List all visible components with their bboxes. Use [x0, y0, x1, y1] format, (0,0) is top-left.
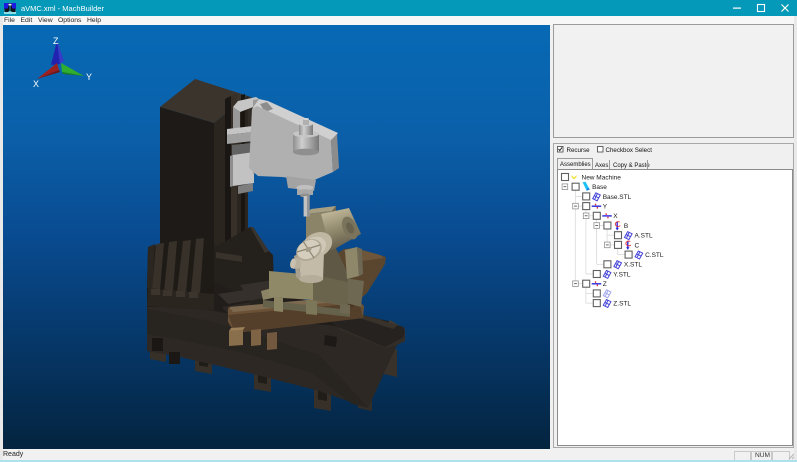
svg-text:Y: Y: [603, 204, 608, 211]
svg-text:X: X: [613, 213, 618, 220]
svg-text:X: X: [33, 79, 39, 89]
svg-text:C.STL: C.STL: [645, 252, 664, 259]
svg-text:B: B: [624, 223, 628, 230]
svg-text:C: C: [635, 242, 640, 249]
svg-text:New Machine: New Machine: [582, 174, 622, 181]
svg-text:Z.STL: Z.STL: [613, 301, 631, 308]
svg-text:A.STL: A.STL: [635, 233, 653, 240]
svg-text:Y: Y: [86, 72, 92, 82]
svg-text:Y.STL: Y.STL: [613, 271, 631, 278]
svg-text:Z: Z: [603, 281, 607, 288]
svg-text:Z: Z: [53, 36, 59, 46]
svg-text:Base: Base: [592, 184, 607, 191]
svg-text:Base.STL: Base.STL: [603, 194, 632, 201]
svg-text:X.STL: X.STL: [624, 262, 642, 269]
